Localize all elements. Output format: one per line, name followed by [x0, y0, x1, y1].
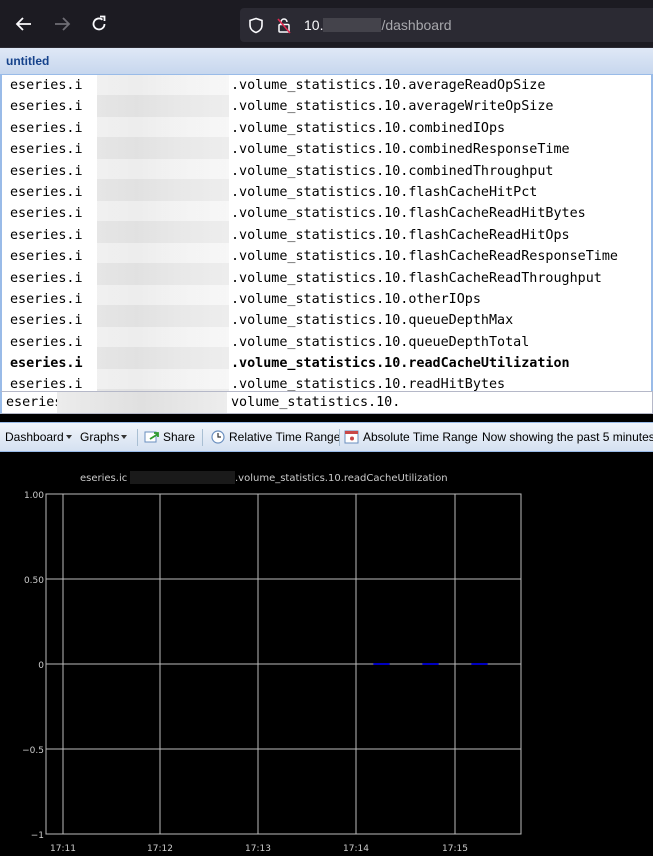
- graph-chart[interactable]: eseries.ic .volume_statistics.10.readCac…: [0, 452, 653, 856]
- relative-time-range-button[interactable]: Relative Time Range: [210, 430, 340, 444]
- panel-header: untitled: [0, 48, 653, 75]
- metric-suffix: .volume_statistics.10.combinedThroughput: [231, 163, 554, 179]
- absolute-time-range-label: Absolute Time Range: [363, 430, 478, 444]
- arrow-left-icon: [15, 17, 31, 31]
- share-button[interactable]: Share: [144, 430, 195, 444]
- graphs-menu[interactable]: Graphs: [80, 430, 128, 444]
- x-tick-label: 17:12: [147, 844, 173, 854]
- x-tick-label: 17:11: [50, 844, 76, 854]
- toolbar-divider: [339, 429, 340, 446]
- graphs-menu-label: Graphs: [80, 430, 120, 444]
- chart-grid: [45, 493, 522, 835]
- y-tick-label: −0.5: [22, 746, 44, 756]
- x-tick-label: 17:13: [245, 844, 271, 854]
- graph-panel[interactable]: eseries.ic .volume_statistics.10.readCac…: [0, 452, 653, 856]
- y-axis-ticks: 1.00 0.50 0 −0.5 −1: [22, 491, 44, 841]
- x-tick-label: 17:14: [343, 844, 369, 854]
- toolbar-divider: [137, 429, 138, 446]
- graph-title-suffix: .volume_statistics.10.readCacheUtilizati…: [235, 473, 448, 484]
- redacted-path: [57, 392, 227, 413]
- url-host: 10.: [304, 17, 324, 33]
- y-tick-label: 0: [38, 661, 44, 671]
- back-button[interactable]: [11, 11, 37, 37]
- metric-suffix: .volume_statistics.10.flashCacheReadHitB…: [231, 206, 586, 222]
- redacted-graph-title: [130, 471, 235, 484]
- metric-suffix: .volume_statistics.10.flashCacheReadHitO…: [231, 227, 570, 243]
- address-bar[interactable]: 10. /dashboard: [240, 8, 653, 42]
- x-axis-ticks: 17:11 17:12 17:13 17:14 17:15: [50, 844, 468, 854]
- metric-suffix: .volume_statistics.10.flashCacheReadThro…: [231, 270, 602, 286]
- graph-toolbar: Dashboard Graphs Share Relative Time Ran…: [0, 422, 653, 452]
- metric-suffix: .volume_statistics.10.combinedResponseTi…: [231, 142, 570, 158]
- metric-suffix: .volume_statistics.10.queueDepthMax: [231, 313, 514, 329]
- path-suffix: volume_statistics.10.: [231, 395, 401, 410]
- share-label: Share: [163, 430, 196, 444]
- chevron-down-icon: [121, 435, 128, 439]
- redacted-metric-prefix: [97, 75, 229, 391]
- metric-suffix: .volume_statistics.10.readHitBytes: [231, 377, 506, 391]
- y-tick-label: 1.00: [24, 491, 44, 501]
- url-text[interactable]: 10. /dashboard: [304, 17, 452, 33]
- y-tick-label: 0.50: [24, 576, 44, 586]
- dashboard-menu-label: Dashboard: [5, 430, 64, 444]
- metric-suffix: .volume_statistics.10.flashCacheHitPct: [231, 184, 538, 200]
- chevron-down-icon: [65, 435, 72, 439]
- toolbar-divider: [202, 429, 203, 446]
- graph-title-prefix: eseries.ic: [80, 473, 127, 484]
- url-path: /dashboard: [381, 17, 452, 33]
- x-tick-label: 17:15: [442, 844, 468, 854]
- arrow-right-icon: [55, 17, 71, 31]
- metric-suffix: .volume_statistics.10.readCacheUtilizati…: [231, 356, 570, 372]
- dashboard-menu[interactable]: Dashboard: [5, 430, 72, 444]
- metric-suffix: .volume_statistics.10.queueDepthTotal: [231, 334, 530, 350]
- calendar-icon: [344, 430, 359, 444]
- time-range-status: Now showing the past 5 minutes: [482, 430, 653, 444]
- metric-suffix: .volume_statistics.10.combinedIOps: [231, 120, 506, 136]
- reload-button[interactable]: [86, 11, 112, 37]
- clock-icon: [211, 430, 225, 444]
- metric-suffix: .volume_statistics.10.flashCacheReadResp…: [231, 249, 618, 265]
- reload-icon: [92, 15, 106, 31]
- metric-suffix: .volume_statistics.10.otherIOps: [231, 291, 481, 307]
- share-icon: [144, 431, 159, 443]
- time-range-status-text: Now showing the past 5 minutes: [482, 430, 653, 444]
- absolute-time-range-button[interactable]: Absolute Time Range: [344, 430, 478, 444]
- shield-icon[interactable]: [248, 17, 264, 34]
- redacted-host: [323, 18, 382, 32]
- insecure-lock-icon[interactable]: [276, 17, 292, 34]
- metric-suffix: .volume_statistics.10.averageWriteOpSize: [231, 99, 554, 115]
- metric-suffix: .volume_statistics.10.averageReadOpSize: [231, 78, 546, 93]
- relative-time-range-label: Relative Time Range: [229, 430, 341, 444]
- forward-button[interactable]: [49, 11, 75, 37]
- y-tick-label: −1: [31, 831, 44, 841]
- browser-toolbar: 10. /dashboard: [0, 0, 653, 48]
- panel-title: untitled: [6, 54, 50, 68]
